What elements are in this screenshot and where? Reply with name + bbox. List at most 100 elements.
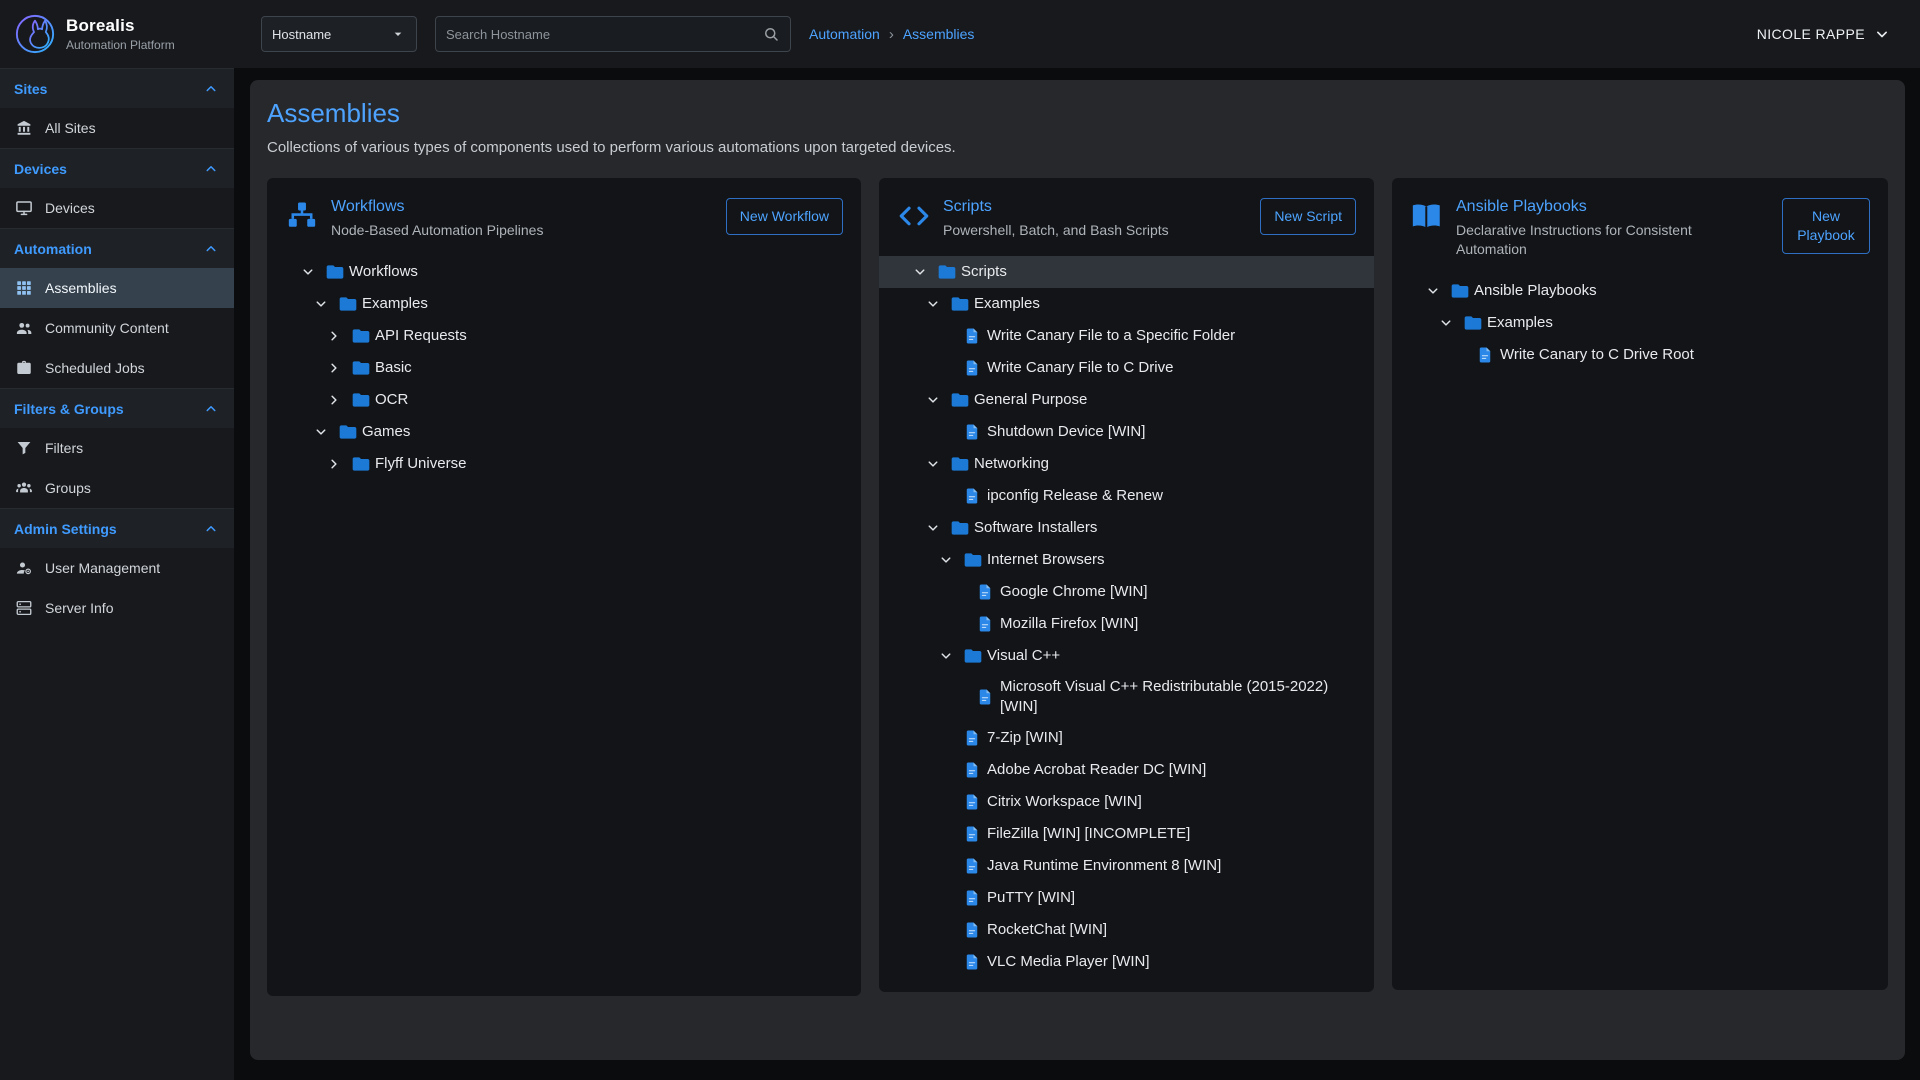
- breadcrumb-link-automation[interactable]: Automation: [809, 26, 880, 42]
- sidebar-section-automation[interactable]: Automation: [0, 228, 234, 268]
- new-workflow-button[interactable]: New Workflow: [726, 198, 843, 235]
- sidebar-item-scheduled-jobs[interactable]: Scheduled Jobs: [0, 348, 234, 388]
- tree-file-row[interactable]: PuTTY [WIN]: [879, 882, 1374, 914]
- chevron-down-icon[interactable]: [924, 295, 950, 313]
- tree-folder-row[interactable]: Examples: [267, 288, 861, 320]
- tree-folder-row[interactable]: API Requests: [267, 320, 861, 352]
- tree-folder-row[interactable]: Examples: [1392, 307, 1888, 339]
- folder-icon: [338, 294, 362, 314]
- folder-icon: [963, 550, 987, 570]
- chevron-right-icon[interactable]: [325, 359, 351, 377]
- user-menu[interactable]: NICOLE RAPPE: [1757, 24, 1892, 44]
- sidebar-item-filters[interactable]: Filters: [0, 428, 234, 468]
- chevron-down-icon[interactable]: [937, 551, 963, 569]
- tree-folder-row[interactable]: Flyff Universe: [267, 448, 861, 480]
- sidebar-section-filters-groups[interactable]: Filters & Groups: [0, 388, 234, 428]
- file-icon: [963, 793, 987, 811]
- sidebar-item-devices[interactable]: Devices: [0, 188, 234, 228]
- file-icon: [976, 615, 1000, 633]
- sidebar-item-user-management[interactable]: User Management: [0, 548, 234, 588]
- tree-file-row[interactable]: FileZilla [WIN] [INCOMPLETE]: [879, 818, 1374, 850]
- brand-subtitle: Automation Platform: [66, 38, 175, 52]
- sidebar-item-server-info[interactable]: Server Info: [0, 588, 234, 628]
- tree-file-row[interactable]: Google Chrome [WIN]: [879, 576, 1374, 608]
- new-script-button[interactable]: New Script: [1260, 198, 1356, 235]
- new-playbook-button[interactable]: New Playbook: [1782, 198, 1870, 254]
- tree-file-row[interactable]: Citrix Workspace [WIN]: [879, 786, 1374, 818]
- tree-item-label: Flyff Universe: [375, 449, 476, 479]
- tree-item-label: FileZilla [WIN] [INCOMPLETE]: [987, 819, 1200, 849]
- chevron-right-icon[interactable]: [325, 391, 351, 409]
- tree-folder-row[interactable]: OCR: [267, 384, 861, 416]
- tree-file-row[interactable]: Adobe Acrobat Reader DC [WIN]: [879, 754, 1374, 786]
- tree-file-row[interactable]: Java Runtime Environment 8 [WIN]: [879, 850, 1374, 882]
- chevron-down-icon[interactable]: [1437, 314, 1463, 332]
- tree-item-label: API Requests: [375, 321, 477, 351]
- folder-icon: [351, 454, 375, 474]
- chevron-down-icon[interactable]: [312, 295, 338, 313]
- chevron-down-icon[interactable]: [299, 263, 325, 281]
- folder-icon: [351, 390, 375, 410]
- tree-item-label: OCR: [375, 385, 418, 415]
- chevron-down-icon[interactable]: [911, 263, 937, 281]
- cards-row: Workflows Node-Based Automation Pipeline…: [267, 178, 1888, 996]
- sidebar-section-sites[interactable]: Sites: [0, 68, 234, 108]
- search-input[interactable]: [446, 27, 762, 42]
- tree-folder-row[interactable]: Basic: [267, 352, 861, 384]
- tree-folder-row[interactable]: Examples: [879, 288, 1374, 320]
- assemblies-panel: Assemblies Collections of various types …: [250, 80, 1905, 1060]
- card-header: Workflows Node-Based Automation Pipeline…: [267, 198, 861, 240]
- tree-file-row[interactable]: RocketChat [WIN]: [879, 914, 1374, 946]
- sidebar-item-groups[interactable]: Groups: [0, 468, 234, 508]
- sidebar-item-community-content[interactable]: Community Content: [0, 308, 234, 348]
- tree-file-row[interactable]: Write Canary File to C Drive: [879, 352, 1374, 384]
- tree-item-label: Internet Browsers: [987, 545, 1115, 575]
- chevron-down-icon[interactable]: [924, 391, 950, 409]
- tree-folder-row[interactable]: Visual C++: [879, 640, 1374, 672]
- file-icon: [963, 825, 987, 843]
- tree-item-label: Write Canary File to a Specific Folder: [987, 321, 1245, 351]
- card-title: Workflows: [331, 198, 714, 216]
- search-box: [435, 16, 791, 52]
- sidebar-item-all-sites[interactable]: All Sites: [0, 108, 234, 148]
- chevron-down-icon[interactable]: [1424, 282, 1450, 300]
- tree-item-label: Ansible Playbooks: [1474, 276, 1607, 306]
- tree-folder-row[interactable]: Networking: [879, 448, 1374, 480]
- chevron-down-icon[interactable]: [924, 455, 950, 473]
- page-title: Assemblies: [267, 98, 1888, 129]
- tree-file-row[interactable]: ipconfig Release & Renew: [879, 480, 1374, 512]
- tree-file-row[interactable]: Microsoft Visual C++ Redistributable (20…: [879, 672, 1374, 723]
- tree-file-row[interactable]: Shutdown Device [WIN]: [879, 416, 1374, 448]
- tree-file-row[interactable]: Write Canary File to a Specific Folder: [879, 320, 1374, 352]
- chevron-down-icon[interactable]: [937, 647, 963, 665]
- tree-item-label: Examples: [1487, 308, 1563, 338]
- chevron-down-icon[interactable]: [924, 519, 950, 537]
- tree-folder-row[interactable]: Ansible Playbooks: [1392, 275, 1888, 307]
- workflows-tree: WorkflowsExamplesAPI RequestsBasicOCRGam…: [267, 256, 861, 480]
- tree-folder-row[interactable]: General Purpose: [879, 384, 1374, 416]
- tree-folder-row[interactable]: Games: [267, 416, 861, 448]
- chevron-right-icon[interactable]: [325, 327, 351, 345]
- hostname-select[interactable]: Hostname: [261, 16, 417, 52]
- tree-file-row[interactable]: VLC Media Player [WIN]: [879, 946, 1374, 978]
- file-icon: [963, 953, 987, 971]
- tree-folder-row[interactable]: Scripts: [879, 256, 1374, 288]
- chevron-right-icon[interactable]: [325, 455, 351, 473]
- chevron-down-icon[interactable]: [312, 423, 338, 441]
- breadcrumb-link-assemblies[interactable]: Assemblies: [903, 26, 975, 42]
- sidebar-section-admin-settings[interactable]: Admin Settings: [0, 508, 234, 548]
- card-subtitle: Powershell, Batch, and Bash Scripts: [943, 221, 1248, 240]
- sidebar-item-assemblies[interactable]: Assemblies: [0, 268, 234, 308]
- card-title: Ansible Playbooks: [1456, 198, 1770, 216]
- sidebar-section-devices[interactable]: Devices: [0, 148, 234, 188]
- tree-folder-row[interactable]: Software Installers: [879, 512, 1374, 544]
- tree-folder-row[interactable]: Internet Browsers: [879, 544, 1374, 576]
- borealis-logo-icon: [14, 13, 56, 55]
- search-icon[interactable]: [762, 25, 780, 43]
- tree-file-row[interactable]: Write Canary to C Drive Root: [1392, 339, 1888, 371]
- tree-folder-row[interactable]: Workflows: [267, 256, 861, 288]
- section-label: Sites: [14, 81, 47, 97]
- sidebar: Sites All Sites Devices: [0, 68, 234, 1080]
- tree-file-row[interactable]: Mozilla Firefox [WIN]: [879, 608, 1374, 640]
- tree-file-row[interactable]: 7-Zip [WIN]: [879, 722, 1374, 754]
